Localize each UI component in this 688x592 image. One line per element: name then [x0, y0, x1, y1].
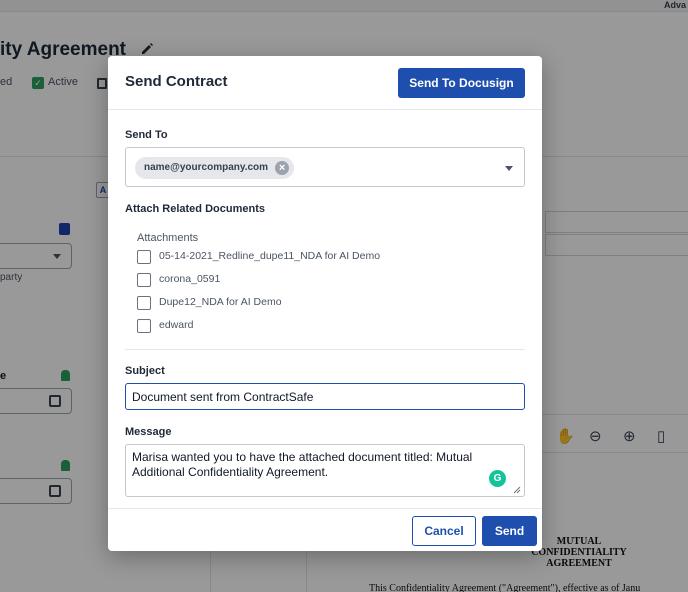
resize-handle-icon[interactable]: [513, 486, 521, 494]
attachment-checkbox[interactable]: [137, 296, 151, 310]
subject-input[interactable]: [125, 383, 525, 410]
modal-title: Send Contract: [125, 73, 228, 90]
attachment-checkbox[interactable]: [137, 250, 151, 264]
send-to-docusign-button[interactable]: Send To Docusign: [398, 68, 525, 98]
cancel-button[interactable]: Cancel: [412, 516, 476, 546]
modal-header: Send Contract Send To Docusign: [108, 56, 542, 110]
attachment-checkbox[interactable]: [137, 273, 151, 287]
section-divider: [125, 349, 525, 350]
subject-label: Subject: [125, 365, 165, 377]
attachments-title: Attachments: [137, 232, 199, 244]
recipient-email: name@yourcompany.com: [144, 162, 269, 173]
chevron-down-icon[interactable]: [505, 166, 513, 171]
attachment-label: Dupe12_NDA for AI Demo: [159, 296, 282, 308]
attachment-label: edward: [159, 319, 194, 331]
send-to-field[interactable]: name@yourcompany.com ×: [125, 147, 525, 187]
remove-recipient-icon[interactable]: ×: [275, 161, 290, 175]
send-button[interactable]: Send: [482, 516, 537, 546]
message-textarea[interactable]: Marisa wanted you to have the attached d…: [125, 444, 525, 497]
attachment-label: corona_0591: [159, 273, 221, 285]
message-label: Message: [125, 426, 172, 438]
send-to-label: Send To: [125, 129, 168, 141]
send-contract-modal: Send Contract Send To Docusign Send To n…: [108, 56, 542, 551]
recipient-chip: name@yourcompany.com ×: [135, 157, 295, 179]
attachment-checkbox[interactable]: [137, 319, 151, 333]
attach-documents-label: Attach Related Documents: [125, 203, 265, 215]
grammarly-icon[interactable]: G: [489, 470, 506, 487]
modal-footer-divider: [108, 508, 542, 509]
attachment-label: 05-14-2021_Redline_dupe11_NDA for AI Dem…: [159, 250, 381, 262]
